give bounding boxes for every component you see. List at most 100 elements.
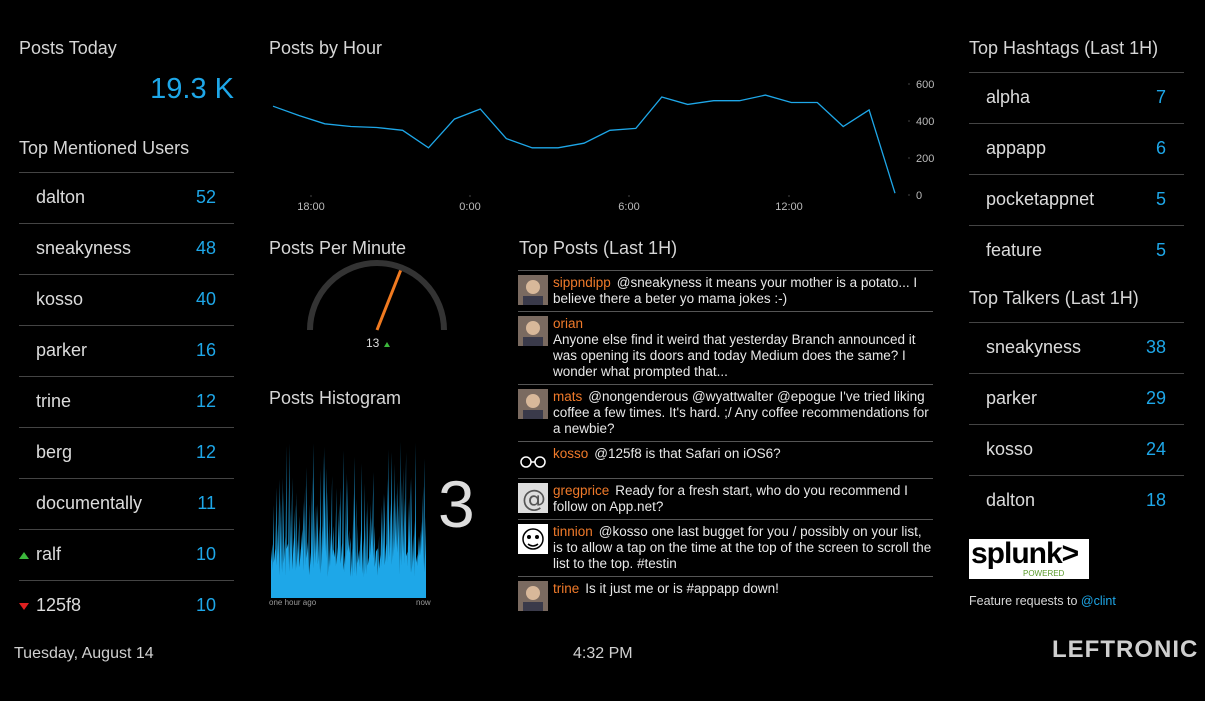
top-talkers-list: sneakyness 38 parker 29 kosso 24 dalton 18 bbox=[969, 322, 1184, 526]
mentioned-user-row[interactable]: documentally 11 bbox=[19, 478, 234, 529]
hashtag-row[interactable]: alpha 7 bbox=[969, 72, 1184, 123]
y-tick-label: 600 bbox=[916, 79, 934, 91]
y-tick-label: 0 bbox=[916, 190, 922, 202]
posts-histogram-title: Posts Histogram bbox=[269, 388, 402, 408]
mentioned-user-name: ralf bbox=[36, 544, 62, 564]
post-username[interactable]: orian bbox=[553, 316, 583, 331]
leftronic-logo: LEFTRONIC bbox=[1052, 636, 1199, 663]
talker-name: dalton bbox=[986, 490, 1036, 510]
posts-per-minute-title: Posts Per Minute bbox=[269, 238, 407, 258]
post-username[interactable]: trine bbox=[553, 581, 579, 596]
mentioned-user-name: documentally bbox=[36, 493, 143, 513]
mentioned-user-name: parker bbox=[36, 340, 88, 360]
post-username[interactable]: sippndipp bbox=[553, 275, 611, 290]
person-avatar-icon bbox=[518, 581, 548, 611]
posts-today-title: Posts Today bbox=[19, 38, 117, 58]
histogram-current-value: 3 bbox=[438, 467, 475, 541]
x-tick-mark bbox=[469, 195, 471, 197]
hashtag-count: 5 bbox=[1155, 189, 1166, 209]
post-item[interactable]: trine Is it just me or is #appapp down! bbox=[518, 576, 933, 613]
post-username[interactable]: mats bbox=[553, 389, 582, 404]
x-tick-label: 18:00 bbox=[297, 201, 325, 213]
mentioned-user-name: 125f8 bbox=[36, 595, 82, 615]
mentioned-user-row[interactable]: berg 12 bbox=[19, 427, 234, 478]
post-item[interactable]: @ gregprice Ready for a fresh start, who d… bbox=[518, 478, 933, 519]
posts-by-hour-chart: 600 400 200 0 18:00 0:00 6:00 12:00 bbox=[272, 79, 934, 213]
hashtag-row[interactable]: feature 5 bbox=[969, 225, 1184, 276]
splunk-logo: splunk> POWERED bbox=[969, 537, 1089, 579]
post-item[interactable]: mats @nongenderous @wyattwalter @epogue I… bbox=[518, 384, 933, 441]
mentioned-user-count: 48 bbox=[195, 238, 216, 258]
posts-today-value: 19.3 K bbox=[150, 73, 234, 105]
mentioned-user-name: dalton bbox=[36, 187, 86, 207]
posts-line bbox=[272, 94, 896, 194]
svg-text:@: @ bbox=[522, 485, 546, 513]
post-item[interactable]: sippndipp @sneakyness it means your mothe… bbox=[518, 270, 933, 311]
feature-requests-link[interactable]: @clint bbox=[1081, 594, 1116, 608]
talker-name: sneakyness bbox=[986, 337, 1082, 357]
hashtag-count: 7 bbox=[1155, 87, 1166, 107]
mentioned-user-count: 12 bbox=[195, 391, 216, 411]
mentioned-user-count: 11 bbox=[197, 493, 216, 513]
talker-row[interactable]: dalton 18 bbox=[969, 475, 1184, 526]
mentioned-user-row[interactable]: sneakyness 48 bbox=[19, 223, 234, 274]
talker-row[interactable]: parker 29 bbox=[969, 373, 1184, 424]
mentioned-user-count: 10 bbox=[195, 595, 216, 615]
mentioned-user-count: 12 bbox=[195, 442, 216, 462]
posts-per-minute-gauge: 13 bbox=[307, 260, 447, 350]
post-username[interactable]: kosso bbox=[553, 446, 588, 461]
top-hashtags-list: alpha 7 appapp 6 pocketappnet 5 feature 5 bbox=[969, 72, 1184, 276]
x-tick-label: 6:00 bbox=[618, 201, 639, 213]
post-text: @kosso one last bugget for you / possibl… bbox=[553, 524, 932, 571]
trend-up-icon bbox=[384, 342, 390, 347]
talker-count: 18 bbox=[1145, 490, 1166, 510]
mentioned-user-count: 10 bbox=[195, 544, 216, 564]
top-talkers-title: Top Talkers (Last 1H) bbox=[969, 288, 1139, 308]
y-tick-mark bbox=[908, 83, 910, 85]
talker-count: 38 bbox=[1145, 337, 1166, 357]
mentioned-user-name: sneakyness bbox=[36, 238, 132, 258]
mentioned-user-row[interactable]: trine 12 bbox=[19, 376, 234, 427]
splunk-logo-text: splunk> bbox=[971, 537, 1079, 570]
post-item[interactable]: orian Anyone else find it weird that yest… bbox=[518, 311, 933, 384]
post-item[interactable]: kosso @125f8 is that Safari on iOS6? bbox=[518, 441, 933, 478]
x-tick-label: 12:00 bbox=[775, 201, 803, 213]
hashtag-count: 6 bbox=[1155, 138, 1166, 158]
x-tick-mark bbox=[628, 195, 630, 197]
talker-name: kosso bbox=[986, 439, 1034, 459]
y-tick-mark bbox=[908, 157, 910, 159]
x-tick-mark bbox=[788, 195, 790, 197]
hashtag-row[interactable]: pocketappnet 5 bbox=[969, 174, 1184, 225]
hashtag-name: appapp bbox=[986, 138, 1047, 158]
post-item[interactable]: tinnion @kosso one last bugget for you / … bbox=[518, 519, 933, 576]
mentioned-user-row[interactable]: 125f8 10 bbox=[19, 580, 234, 631]
mentioned-user-row[interactable]: kosso 40 bbox=[19, 274, 234, 325]
y-tick-mark bbox=[908, 120, 910, 122]
mentioned-user-row[interactable]: parker 16 bbox=[19, 325, 234, 376]
mentioned-user-count: 52 bbox=[195, 187, 216, 207]
talker-row[interactable]: kosso 24 bbox=[969, 424, 1184, 475]
footer-time: 4:32 PM bbox=[573, 645, 633, 662]
talker-count: 29 bbox=[1145, 388, 1166, 408]
person-avatar-icon bbox=[518, 389, 548, 419]
trend-down-icon bbox=[19, 603, 29, 610]
gauge-track bbox=[307, 260, 447, 331]
top-hashtags-title: Top Hashtags (Last 1H) bbox=[969, 38, 1159, 58]
post-username[interactable]: gregprice bbox=[553, 483, 609, 498]
gauge-needle bbox=[375, 269, 402, 331]
histogram-end-label: now bbox=[416, 598, 431, 607]
mentioned-user-count: 16 bbox=[195, 340, 216, 360]
posts-by-hour-title: Posts by Hour bbox=[269, 38, 383, 58]
post-text: Is it just me or is #appapp down! bbox=[585, 581, 779, 596]
talker-row[interactable]: sneakyness 38 bbox=[969, 322, 1184, 373]
splunk-logo-sub: POWERED bbox=[1023, 569, 1065, 578]
at-sign-avatar-icon: @ bbox=[518, 483, 548, 513]
hashtag-row[interactable]: appapp 6 bbox=[969, 123, 1184, 174]
post-username[interactable]: tinnion bbox=[553, 524, 593, 539]
post-text: Anyone else find it weird that yesterday… bbox=[553, 332, 916, 379]
person-avatar-icon bbox=[518, 275, 548, 305]
mentioned-user-row[interactable]: dalton 52 bbox=[19, 172, 234, 223]
x-tick-mark bbox=[310, 195, 312, 197]
mentioned-user-row[interactable]: ralf 10 bbox=[19, 529, 234, 580]
hashtag-count: 5 bbox=[1155, 240, 1166, 260]
